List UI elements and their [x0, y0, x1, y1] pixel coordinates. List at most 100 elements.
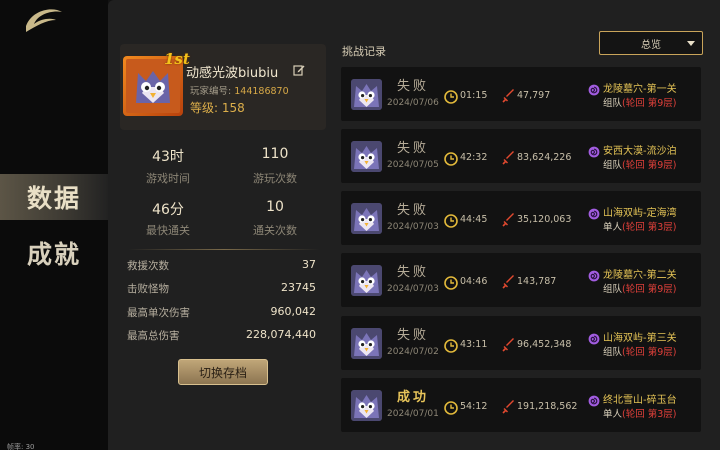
record-time: 54:12	[460, 401, 488, 412]
record-result: 成功	[396, 390, 429, 405]
stat-play-count-value: 110	[261, 146, 289, 162]
records-title: 挑战记录	[342, 45, 386, 58]
stat-fastest-clear-value: 46分	[152, 202, 184, 218]
sword-icon	[502, 274, 515, 289]
spiral-icon	[588, 81, 600, 96]
stat-play-time-value: 43时	[152, 149, 184, 165]
record-time: 04:46	[460, 276, 488, 287]
sword-icon	[502, 212, 515, 227]
nav-item-achievements[interactable]: 成就	[0, 230, 108, 276]
record-damage: 83,624,226	[517, 152, 572, 163]
record-mode: 组队(轮回 第9层)	[603, 344, 677, 358]
record-mode-type: 组队	[603, 160, 623, 171]
record-damage: 96,452,348	[517, 339, 572, 350]
record-row[interactable]: 失败 2024/07/03 44:45 35,120,063 山海双屿-定海湾 单人(轮回…	[341, 191, 701, 245]
record-result: 失败	[396, 203, 429, 218]
fps-counter: 帧率: 30	[7, 443, 35, 450]
record-cycle: (轮回 第9层)	[622, 284, 677, 295]
sword-icon	[502, 150, 515, 165]
player-level-label: 等级:	[190, 101, 219, 115]
spiral-icon	[588, 143, 600, 158]
chevron-down-icon	[687, 41, 695, 46]
clock-icon	[444, 89, 458, 104]
stat-clear-count-value: 10	[266, 199, 284, 215]
sword-icon	[502, 88, 515, 103]
player-name: 动感光波biubiu	[186, 66, 279, 81]
player-level: 等级: 158	[190, 99, 245, 116]
stat-play-count-label: 游玩次数	[253, 172, 297, 185]
record-result: 失败	[396, 265, 429, 280]
record-cycle: (轮回 第3层)	[622, 222, 677, 233]
record-row[interactable]: 失败 2024/07/06 01:15 47,797 龙陵墓穴-第一关 组队(轮回 第9层…	[341, 67, 701, 121]
record-date: 2024/07/01	[387, 409, 439, 419]
record-time: 43:11	[460, 339, 488, 350]
clock-icon	[444, 400, 458, 415]
record-damage: 143,787	[517, 276, 557, 287]
nav-item-data-label: 数据	[26, 184, 81, 213]
stat-rescue-value: 37	[302, 258, 316, 271]
record-damage: 47,797	[517, 90, 551, 101]
record-avatar	[351, 390, 382, 421]
record-date: 2024/07/03	[387, 284, 439, 294]
record-avatar	[351, 328, 382, 359]
record-stage: 安西大漠-流沙泊	[603, 146, 677, 157]
clock-icon	[444, 151, 458, 166]
record-mode: 单人(轮回 第3层)	[603, 406, 677, 420]
record-avatar	[351, 265, 382, 296]
record-mode: 组队(轮回 第9层)	[603, 95, 677, 109]
stat-max-total-label: 最高总伤害	[127, 330, 180, 342]
sword-icon	[502, 337, 515, 352]
record-stage: 终北雪山-碎玉台	[603, 395, 677, 406]
records-filter-dropdown[interactable]: 总览	[599, 31, 703, 55]
record-stage: 山海双屿-第三关	[603, 333, 677, 344]
player-level-value: 158	[221, 101, 245, 115]
record-result: 失败	[396, 141, 429, 156]
record-time: 42:32	[460, 152, 488, 163]
record-mode-type: 组队	[603, 347, 623, 358]
record-mode-type: 组队	[603, 98, 623, 109]
crescent-logo-icon	[26, 9, 62, 32]
record-mode-type: 单人	[603, 409, 623, 420]
clock-icon	[444, 275, 458, 290]
stat-kills-label: 击败怪物	[127, 283, 169, 295]
player-id-value: 144186870	[234, 86, 289, 97]
spiral-icon	[588, 392, 600, 407]
record-row[interactable]: 失败 2024/07/02 43:11 96,452,348 山海双屿-第三关 组队(轮回…	[341, 316, 701, 370]
record-damage: 191,218,562	[517, 401, 578, 412]
switch-save-button[interactable]: 切换存档	[178, 359, 268, 385]
owl-avatar-icon	[136, 71, 170, 103]
stat-fastest-clear-label: 最快通关	[146, 224, 190, 237]
edit-icon[interactable]	[293, 64, 305, 76]
spiral-icon	[588, 330, 600, 345]
record-avatar	[351, 79, 382, 110]
record-date: 2024/07/03	[387, 222, 439, 232]
record-damage: 35,120,063	[517, 214, 572, 225]
stat-play-time-label: 游戏时间	[146, 172, 190, 185]
record-result: 失败	[396, 328, 429, 343]
record-mode-type: 组队	[603, 284, 623, 295]
record-date: 2024/07/05	[387, 160, 439, 170]
left-nav: 数据 成就 帧率: 30	[0, 0, 108, 450]
record-date: 2024/07/02	[387, 347, 439, 357]
stat-rescue-label: 救援次数	[127, 260, 169, 272]
stat-max-total-value: 228,074,440	[246, 328, 316, 341]
record-row[interactable]: 失败 2024/07/03 04:46 143,787 龙陵墓穴-第二关 组队(轮回 第9…	[341, 253, 701, 307]
record-avatar	[351, 141, 382, 172]
spiral-icon	[588, 205, 600, 220]
record-row[interactable]: 失败 2024/07/05 42:32 83,624,226 安西大漠-流沙泊 组队(轮回…	[341, 129, 701, 183]
sword-icon	[502, 399, 515, 414]
record-cycle: (轮回 第3层)	[622, 409, 677, 420]
nav-item-data[interactable]: 数据	[0, 174, 108, 220]
record-avatar	[351, 203, 382, 234]
stats-divider	[128, 249, 320, 250]
record-time: 01:15	[460, 90, 488, 101]
record-mode-type: 单人	[603, 222, 623, 233]
record-mode: 组队(轮回 第9层)	[603, 157, 677, 171]
record-mode: 单人(轮回 第3层)	[603, 219, 677, 233]
record-row[interactable]: 成功 2024/07/01 54:12 191,218,562 终北雪山-碎玉台 单人(轮…	[341, 378, 701, 432]
record-stage: 龙陵墓穴-第二关	[603, 270, 677, 281]
player-id-label: 玩家编号:	[190, 86, 232, 97]
stat-max-hit-label: 最高单次伤害	[127, 307, 190, 319]
record-mode: 组队(轮回 第9层)	[603, 281, 677, 295]
records-filter-value: 总览	[641, 39, 661, 51]
